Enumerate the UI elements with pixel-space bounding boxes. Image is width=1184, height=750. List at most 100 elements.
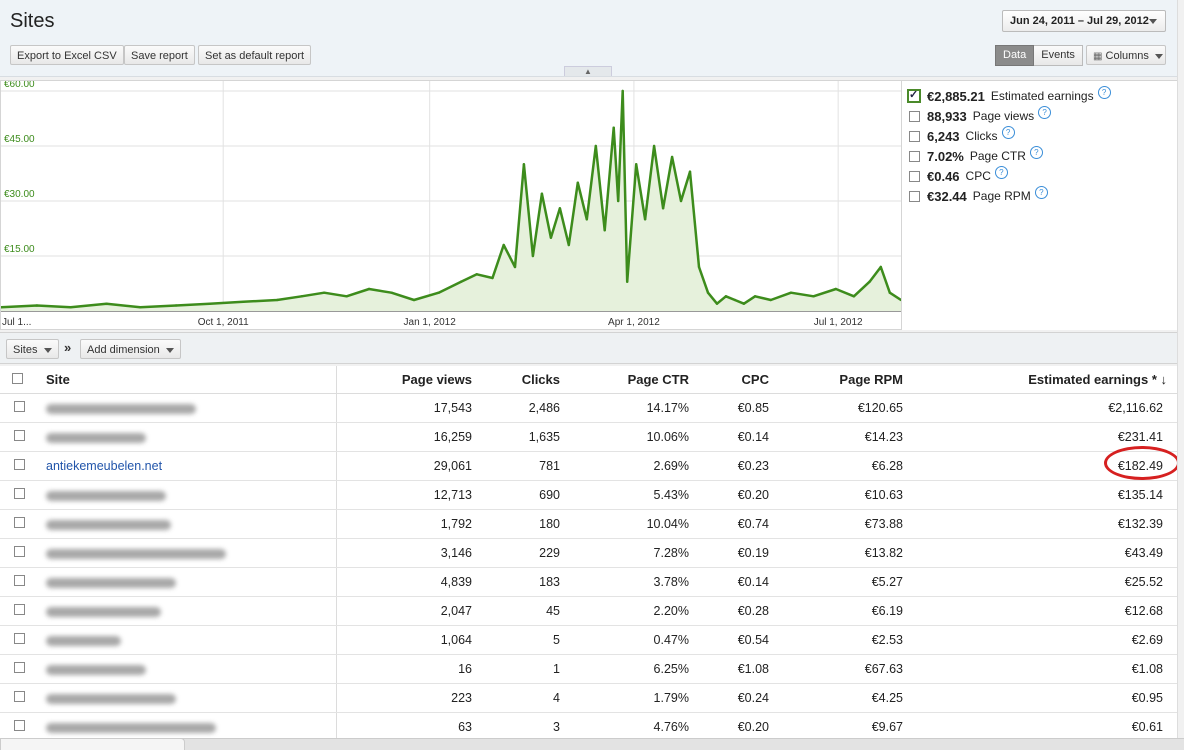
data-point: [852, 295, 856, 298]
save-report-button[interactable]: Save report: [124, 45, 195, 65]
metric-checkbox[interactable]: [909, 110, 920, 122]
row-checkbox[interactable]: [14, 401, 25, 412]
columns-button[interactable]: ▦ Columns: [1086, 45, 1166, 65]
data-point: [459, 280, 463, 283]
metric-value: 88,933: [927, 108, 967, 124]
x-tick-label: Apr 1, 2012: [608, 317, 660, 328]
row-checkbox[interactable]: [14, 633, 25, 644]
data-point: [697, 265, 701, 269]
data-point: [626, 280, 629, 283]
help-icon[interactable]: ?: [1001, 125, 1015, 139]
export-csv-button[interactable]: Export to Excel CSV: [10, 45, 124, 65]
metric-checkbox[interactable]: [909, 190, 920, 202]
data-point: [834, 287, 838, 291]
table-row[interactable]: 1,064 5 0.47% €0.54 €2.53 €2.69: [0, 625, 1177, 655]
col-page-ctr[interactable]: Page CTR: [568, 366, 697, 394]
col-clicks[interactable]: Clicks: [480, 366, 568, 394]
data-point: [242, 300, 245, 303]
col-site[interactable]: Site: [38, 366, 337, 394]
chevron-down-icon: [165, 347, 174, 353]
data-point: [585, 218, 588, 221]
data-point: [612, 126, 615, 129]
help-icon[interactable]: ?: [1097, 85, 1111, 99]
page-views-cell: 3,146: [336, 538, 480, 568]
row-checkbox[interactable]: [14, 575, 25, 586]
page-views-cell: 4,839: [336, 567, 480, 597]
row-checkbox[interactable]: [14, 662, 25, 673]
columns-label: Columns: [1105, 50, 1149, 62]
x-tick-label: Jul 1, 2012: [814, 317, 863, 328]
row-checkbox[interactable]: [14, 720, 25, 731]
data-point: [769, 298, 772, 302]
row-checkbox[interactable]: [14, 488, 25, 499]
page-rpm-cell: €6.28: [777, 451, 911, 481]
site-link[interactable]: antiekemeubelen.net: [46, 459, 162, 473]
table-row[interactable]: 17,543 2,486 14.17% €0.85 €120.65 €2,116.62: [0, 393, 1177, 423]
row-checkbox[interactable]: [14, 604, 25, 615]
table-row[interactable]: 2,047 45 2.20% €0.28 €6.19 €12.68: [0, 596, 1177, 626]
table-row[interactable]: 1,792 180 10.04% €0.74 €73.88 €132.39: [0, 509, 1177, 539]
add-dimension-button[interactable]: Add dimension: [80, 339, 181, 359]
metric-checkbox[interactable]: [909, 130, 920, 142]
row-checkbox[interactable]: [14, 459, 25, 470]
sort-desc-icon: * ↓: [1151, 372, 1167, 387]
metric-checkbox[interactable]: [909, 150, 920, 162]
vertical-scrollbar[interactable]: [1177, 0, 1184, 738]
set-default-report-button[interactable]: Set as default report: [198, 45, 312, 65]
data-point: [390, 291, 393, 294]
horizontal-scrollbar-thumb[interactable]: [0, 738, 185, 750]
help-icon[interactable]: ?: [1038, 105, 1052, 119]
grid-columns-icon: ▦: [1093, 51, 1103, 62]
table-row[interactable]: antiekemeubelen.net 29,061 781 2.69% €0.23 €6…: [0, 451, 1177, 481]
metric-row: 88,933 Page views?: [909, 105, 1052, 125]
row-select-cell: [0, 683, 38, 713]
data-point: [139, 306, 142, 309]
page-views-cell: 12,713: [336, 480, 480, 510]
estimated-earnings-cell: €132.39: [911, 509, 1177, 539]
col-cpc[interactable]: CPC: [697, 366, 777, 394]
table-row[interactable]: 12,713 690 5.43% €0.20 €10.63 €135.14: [0, 480, 1177, 510]
clicks-cell: 1,635: [480, 422, 568, 452]
page-ctr-cell: 7.28%: [568, 538, 697, 568]
metric-checkbox[interactable]: [909, 170, 920, 182]
data-point: [742, 302, 746, 305]
col-estimated-earnings[interactable]: Estimated earnings * ↓: [911, 366, 1177, 394]
help-icon[interactable]: ?: [1029, 145, 1043, 159]
table-row[interactable]: 3,146 229 7.28% €0.19 €13.82 €43.49: [0, 538, 1177, 568]
row-checkbox[interactable]: [14, 691, 25, 702]
data-point: [367, 287, 371, 291]
row-checkbox[interactable]: [14, 517, 25, 528]
data-tab[interactable]: Data: [995, 45, 1035, 66]
data-point: [617, 199, 620, 203]
clicks-cell: 5: [480, 625, 568, 655]
table-row[interactable]: 16 1 6.25% €1.08 €67.63 €1.08: [0, 654, 1177, 684]
data-point: [888, 291, 891, 294]
site-cell: [38, 480, 337, 510]
select-all-checkbox[interactable]: [12, 373, 23, 384]
page-rpm-cell: €67.63: [777, 654, 911, 684]
row-checkbox[interactable]: [14, 546, 25, 557]
col-page-views[interactable]: Page views: [336, 366, 480, 394]
row-checkbox[interactable]: [14, 430, 25, 441]
table-header-row: Site Page views Clicks Page CTR CPC Page…: [0, 366, 1177, 394]
help-icon[interactable]: ?: [1034, 185, 1048, 199]
data-point: [812, 295, 815, 298]
date-range-picker[interactable]: Jun 24, 2011 – Jul 29, 2012: [1002, 10, 1166, 32]
site-cell: [38, 625, 337, 655]
events-tab[interactable]: Events: [1034, 45, 1083, 66]
metric-label: Page RPM: [972, 189, 1031, 203]
data-point: [437, 291, 440, 294]
table-row[interactable]: 16,259 1,635 10.06% €0.14 €14.23 €231.41: [0, 422, 1177, 452]
col-page-rpm[interactable]: Page RPM: [777, 366, 911, 394]
chevron-down-icon: [43, 347, 52, 353]
sites-dimension-button[interactable]: Sites: [6, 339, 59, 359]
page-views-cell: 1,064: [336, 625, 480, 655]
help-icon[interactable]: ?: [994, 165, 1008, 179]
collapse-chart-toggle[interactable]: ▲: [564, 66, 612, 76]
page-ctr-cell: 6.25%: [568, 654, 697, 684]
metric-checkbox[interactable]: [907, 88, 921, 103]
table-row[interactable]: 4,839 183 3.78% €0.14 €5.27 €25.52: [0, 567, 1177, 597]
data-point: [706, 291, 710, 294]
table-row[interactable]: 223 4 1.79% €0.24 €4.25 €0.95: [0, 683, 1177, 713]
data-point: [300, 295, 303, 298]
